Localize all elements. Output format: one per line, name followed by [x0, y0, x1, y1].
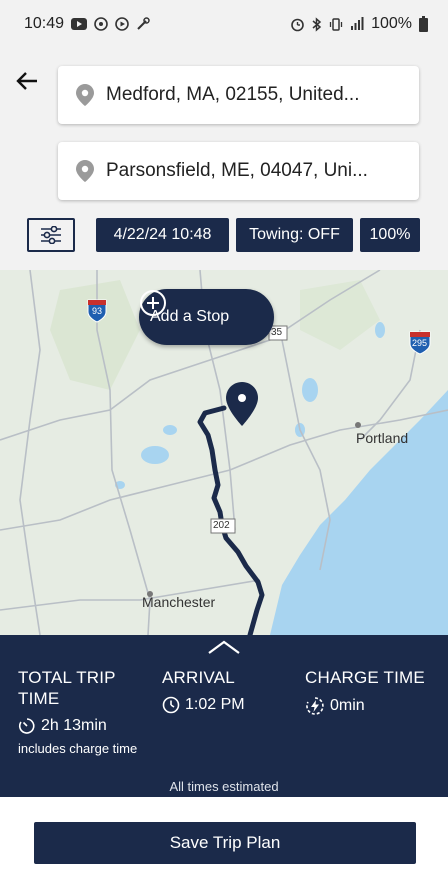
chevron-up-icon[interactable]: [207, 639, 241, 655]
status-left: 10:49: [24, 15, 150, 33]
alarm-icon: [291, 18, 304, 31]
sliders-icon: [41, 226, 61, 244]
trip-summary-panel[interactable]: TOTAL TRIP TIME 2h 13min includes charge…: [0, 635, 448, 797]
back-button[interactable]: [12, 66, 42, 96]
origin-field[interactable]: Medford, MA, 02155, United...: [58, 66, 419, 124]
timer-icon: [18, 718, 35, 734]
shield-i295-label: 295: [412, 338, 428, 348]
charge-time-label: CHARGE TIME: [305, 668, 425, 687]
signal-icon: [351, 17, 364, 30]
shield-r35-label: 35: [271, 327, 283, 338]
lake: [163, 425, 177, 435]
forest-area: [300, 280, 380, 350]
arrival-time: ARRIVAL 1:02 PM: [162, 667, 287, 714]
route-map[interactable]: 93 295 35 202 Portland Manchester Add a …: [0, 270, 448, 635]
battery-icon: [419, 16, 428, 32]
towing-chip[interactable]: Towing: OFF: [236, 218, 353, 252]
starting-charge-chip[interactable]: 100%: [360, 218, 420, 252]
clock-icon: [162, 696, 180, 714]
trip-header: Medford, MA, 02155, United... Parsonsfie…: [0, 48, 448, 270]
battery-percent: 100%: [371, 15, 412, 32]
lake: [375, 322, 385, 338]
charge-time: CHARGE TIME 0min: [305, 667, 440, 716]
bluetooth-icon: [312, 16, 322, 32]
road: [19, 270, 41, 635]
status-right: 100%: [290, 15, 428, 33]
tools-icon: [137, 17, 150, 30]
lake: [141, 446, 169, 464]
origin-text: Medford, MA, 02155, United...: [106, 84, 360, 105]
trip-controls: 4/22/24 10:48 Towing: OFF 100%: [0, 218, 448, 252]
total-trip-time-value: 2h 13min: [41, 717, 107, 734]
circle-app-icon: [94, 17, 108, 31]
vibrate-icon: [329, 17, 343, 31]
save-trip-plan-button[interactable]: Save Trip Plan: [34, 822, 416, 864]
map-label-portland: Portland: [356, 430, 409, 446]
estimated-note: All times estimated: [169, 779, 279, 794]
bottom-bar: Save Trip Plan: [0, 797, 448, 885]
total-trip-time-note: includes charge time: [18, 741, 138, 756]
destination-text: Parsonsfield, ME, 04047, Uni...: [106, 160, 368, 181]
forest-area: [50, 280, 140, 390]
charging-icon: [306, 697, 324, 715]
play-circle-icon: [115, 17, 129, 31]
departure-date-chip[interactable]: 4/22/24 10:48: [96, 218, 229, 252]
youtube-icon: [71, 18, 88, 30]
location-pin-icon: [76, 160, 94, 182]
filter-button[interactable]: [27, 218, 75, 252]
map-label-manchester: Manchester: [142, 594, 216, 610]
plus-circle-icon: [140, 290, 166, 316]
charge-time-value: 0min: [330, 697, 365, 714]
status-time: 10:49: [24, 15, 65, 32]
total-trip-time: TOTAL TRIP TIME 2h 13min includes charge…: [18, 667, 143, 756]
shield-r202-label: 202: [213, 520, 230, 531]
total-trip-time-label: TOTAL TRIP TIME: [18, 668, 116, 708]
destination-marker: [226, 382, 258, 426]
shield-i93-label: 93: [92, 306, 103, 316]
city-dot: [355, 422, 361, 428]
location-pin-icon: [76, 84, 94, 106]
add-stop-button[interactable]: Add a Stop: [139, 289, 274, 345]
status-bar: 10:49 100%: [0, 0, 448, 48]
lake: [302, 378, 318, 402]
arrival-label: ARRIVAL: [162, 668, 235, 687]
arrival-value: 1:02 PM: [185, 696, 245, 713]
road: [0, 579, 261, 611]
arrow-left-icon: [16, 72, 37, 90]
destination-field[interactable]: Parsonsfield, ME, 04047, Uni...: [58, 142, 419, 200]
